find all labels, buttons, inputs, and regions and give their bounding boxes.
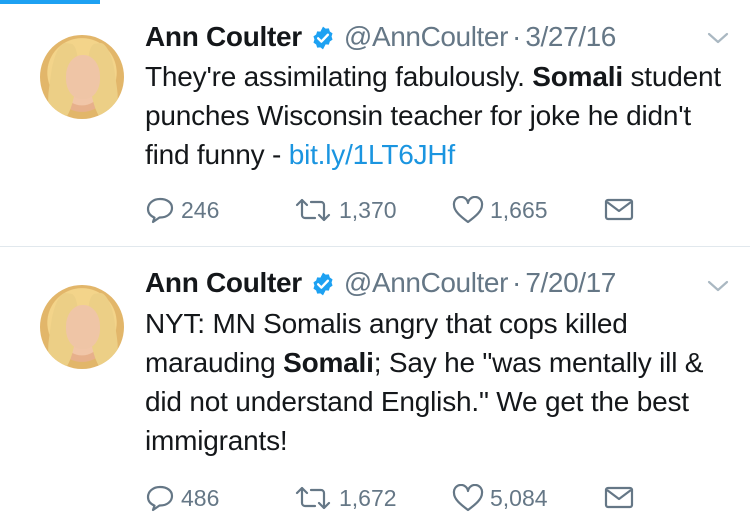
reply-count: 486: [181, 484, 220, 511]
reply-button[interactable]: 246: [145, 190, 219, 230]
tweet-link[interactable]: bit.ly/1LT6JHf: [289, 139, 455, 170]
author-name[interactable]: Ann Coulter: [145, 21, 302, 53]
retweet-button[interactable]: 1,370: [293, 190, 397, 230]
tweet-date[interactable]: 7/20/17: [525, 267, 616, 299]
separator-dot: ·: [512, 21, 522, 52]
chevron-down-icon[interactable]: [706, 30, 730, 46]
avatar[interactable]: [40, 285, 124, 369]
author-handle[interactable]: @AnnCoulter: [344, 21, 509, 53]
tweet[interactable]: Ann Coulter @AnnCoulter · 7/20/17 NYT: M…: [0, 247, 750, 527]
like-count: 5,084: [490, 484, 548, 511]
retweet-icon: [295, 486, 331, 510]
direct-message-button[interactable]: [603, 478, 641, 518]
tweet-text-part: They're assimilating fabulously.: [145, 61, 533, 92]
reply-icon: [146, 485, 174, 512]
like-count: 1,665: [490, 196, 548, 223]
retweet-count: 1,672: [339, 484, 397, 511]
tweet-text: NYT: MN Somalis angry that cops killed m…: [145, 304, 735, 460]
tweet-actions: 486 1,672 5,084: [145, 478, 745, 518]
verified-badge-icon: [310, 271, 336, 297]
reply-button[interactable]: 486: [145, 478, 219, 518]
retweet-count: 1,370: [339, 196, 397, 223]
tweet-text-bold: Somali: [532, 61, 623, 92]
reply-count: 246: [181, 196, 220, 223]
direct-message-button[interactable]: [603, 190, 641, 230]
like-button[interactable]: 5,084: [452, 478, 548, 518]
direct-message-icon: [604, 486, 634, 509]
author-handle[interactable]: @AnnCoulter: [344, 267, 509, 299]
retweet-icon: [295, 198, 331, 222]
like-icon: [452, 196, 484, 224]
like-button[interactable]: 1,665: [452, 190, 548, 230]
author-name[interactable]: Ann Coulter: [145, 267, 302, 299]
avatar[interactable]: [40, 35, 124, 119]
verified-badge-icon: [310, 25, 336, 51]
tweet[interactable]: Ann Coulter @AnnCoulter · 3/27/16 They'r…: [0, 0, 750, 246]
tweet-text-bold: Somali: [283, 347, 374, 378]
chevron-down-icon[interactable]: [706, 278, 730, 294]
tweet-header: Ann Coulter @AnnCoulter · 7/20/17: [145, 264, 616, 302]
tweet-header: Ann Coulter @AnnCoulter · 3/27/16: [145, 18, 616, 56]
tweet-actions: 246 1,370 1,665: [145, 190, 745, 230]
tweet-text: They're assimilating fabulously. Somali …: [145, 57, 735, 174]
separator-dot: ·: [512, 267, 522, 298]
direct-message-icon: [604, 198, 634, 221]
retweet-button[interactable]: 1,672: [293, 478, 397, 518]
like-icon: [452, 484, 484, 512]
reply-icon: [146, 197, 174, 224]
tweet-date[interactable]: 3/27/16: [525, 21, 616, 53]
